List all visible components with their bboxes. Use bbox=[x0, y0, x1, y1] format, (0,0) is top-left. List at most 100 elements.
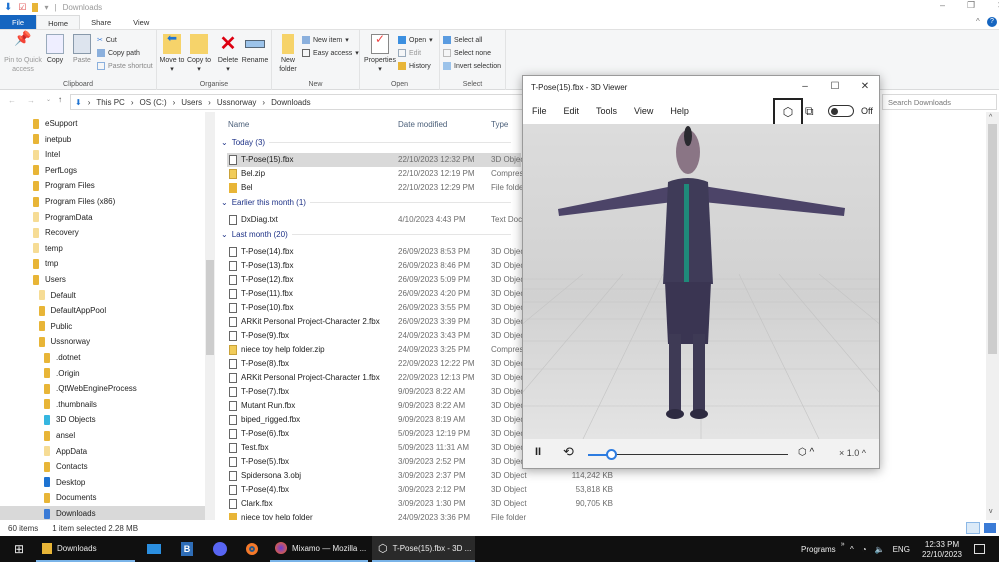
toggle-switch[interactable] bbox=[828, 105, 854, 117]
move-to-button[interactable]: ⬅Move to ▾ bbox=[159, 34, 185, 74]
timeline-thumb[interactable] bbox=[606, 449, 617, 460]
nav-item[interactable]: DefaultAppPool bbox=[39, 303, 107, 318]
clock[interactable]: 12:33 PM22/10/2023 bbox=[920, 536, 964, 562]
nav-item[interactable]: eSupport bbox=[33, 116, 77, 131]
nav-item[interactable]: Documents bbox=[44, 490, 96, 505]
menu-edit[interactable]: Edit bbox=[564, 106, 580, 116]
nav-item[interactable]: .Origin bbox=[44, 366, 80, 381]
paste-shortcut-button[interactable]: Paste shortcut bbox=[97, 62, 153, 70]
nav-item[interactable]: Public bbox=[39, 319, 73, 334]
breadcrumb-downloads[interactable]: Downloads bbox=[271, 98, 311, 107]
column-name[interactable]: Name bbox=[228, 120, 249, 129]
file-row[interactable]: T-Pose(4).fbx 3/09/2023 2:12 PM 3D Objec… bbox=[227, 483, 999, 497]
menu-help[interactable]: Help bbox=[670, 106, 689, 116]
recent-locations-button[interactable]: ⌄ bbox=[46, 96, 51, 103]
nav-scrollbar-thumb[interactable] bbox=[206, 260, 214, 355]
timeline-slider[interactable] bbox=[588, 454, 788, 455]
group-last-month[interactable]: ⌄Last month (20) bbox=[221, 230, 511, 239]
breadcrumb-this-pc[interactable]: This PC bbox=[96, 98, 124, 107]
minimize-button[interactable]: – bbox=[940, 0, 945, 11]
pause-button[interactable]: II bbox=[535, 446, 541, 458]
loop-button[interactable]: ⟲ bbox=[563, 444, 574, 460]
rename-button[interactable]: Rename bbox=[241, 34, 269, 65]
properties-qat-icon[interactable]: ☑ bbox=[18, 2, 26, 13]
start-button[interactable]: ⊞ bbox=[8, 536, 30, 562]
file-row[interactable]: T-Pose(15).fbx 22/10/2023 12:32 PM 3D Ob… bbox=[227, 153, 521, 167]
file-list-scrollbar[interactable]: ^ v bbox=[986, 112, 999, 520]
ribbon-collapse-icon[interactable]: ^ bbox=[976, 17, 980, 26]
column-type[interactable]: Type bbox=[491, 120, 508, 129]
nav-item[interactable]: AppData bbox=[44, 444, 87, 459]
nav-item[interactable]: Downloads bbox=[0, 506, 205, 520]
nav-item[interactable]: Ussnorway bbox=[39, 334, 91, 349]
group-earlier-this-month[interactable]: ⌄Earlier this month (1) bbox=[221, 198, 511, 207]
group-today[interactable]: ⌄Today (3) bbox=[221, 138, 511, 147]
nav-item[interactable]: Intel bbox=[33, 147, 60, 162]
tray-programs[interactable]: Programs» bbox=[801, 536, 845, 562]
3d-viewport[interactable] bbox=[523, 124, 879, 439]
copy-to-button[interactable]: Copy to ▾ bbox=[186, 34, 212, 74]
large-icons-view-button[interactable] bbox=[984, 523, 996, 533]
nav-item[interactable]: PerfLogs bbox=[33, 163, 77, 178]
viewer-maximize-button[interactable]: ☐ bbox=[820, 76, 850, 98]
qat-dropdown-icon[interactable]: ▾ bbox=[44, 3, 48, 12]
tab-view[interactable]: View bbox=[122, 15, 160, 29]
mixed-reality-button[interactable]: ⧉ bbox=[805, 104, 814, 119]
nav-item[interactable]: .thumbnails bbox=[44, 397, 97, 412]
column-date-modified[interactable]: Date modified bbox=[398, 120, 447, 129]
help-icon[interactable]: ? bbox=[987, 17, 997, 27]
tab-share[interactable]: Share bbox=[80, 15, 122, 29]
show-hidden-icons[interactable]: ^ bbox=[850, 545, 854, 554]
nav-item[interactable]: .dotnet bbox=[44, 350, 80, 365]
file-row[interactable]: niece toy help folder 24/09/2023 3:36 PM… bbox=[227, 511, 999, 520]
volume-icon[interactable]: 🔈 bbox=[875, 545, 885, 554]
file-row[interactable]: Spidersona 3.obj 3/09/2023 2:37 PM 3D Ob… bbox=[227, 469, 999, 483]
breadcrumb-users[interactable]: Users bbox=[181, 98, 202, 107]
folder-qat-icon[interactable] bbox=[32, 3, 38, 12]
speed-selector[interactable]: × 1.0 ^ bbox=[839, 448, 866, 458]
taskbar-item-3d-viewer[interactable]: ⬡T-Pose(15).fbx - 3D ... bbox=[372, 536, 475, 562]
menu-view[interactable]: View bbox=[634, 106, 653, 116]
language-indicator[interactable]: ENG bbox=[893, 545, 910, 554]
search-input[interactable]: Search Downloads bbox=[882, 94, 997, 110]
file-row[interactable]: Clark.fbx 3/09/2023 1:30 PM 3D Object90,… bbox=[227, 497, 999, 511]
copy-button[interactable]: Copy bbox=[44, 34, 66, 65]
delete-button[interactable]: ✕Delete▾ bbox=[215, 34, 241, 74]
nav-item[interactable]: Users bbox=[33, 272, 66, 287]
nav-item[interactable]: tmp bbox=[33, 256, 58, 271]
tab-home[interactable]: Home bbox=[36, 15, 80, 29]
animation-selector-button[interactable]: ⬡ ^ bbox=[798, 447, 814, 458]
taskbar-item-firefox[interactable]: Mixamo — Mozilla ... bbox=[270, 536, 368, 562]
select-none-button[interactable]: Select none bbox=[443, 49, 491, 57]
easy-access-button[interactable]: Easy access ▾ bbox=[302, 49, 359, 57]
file-list-scrollbar-thumb[interactable] bbox=[988, 124, 997, 354]
taskbar-discord[interactable] bbox=[210, 536, 230, 562]
properties-button[interactable]: ✓Properties▾ bbox=[363, 34, 397, 74]
taskbar-mail[interactable] bbox=[144, 536, 164, 562]
taskbar-blender[interactable] bbox=[242, 536, 262, 562]
nav-item[interactable]: ProgramData bbox=[33, 210, 93, 225]
viewer-close-button[interactable]: ✕ bbox=[850, 76, 880, 98]
taskbar-app-b[interactable]: B bbox=[177, 536, 197, 562]
select-all-button[interactable]: Select all bbox=[443, 36, 482, 44]
up-button[interactable]: ↑ bbox=[58, 95, 62, 104]
nav-item[interactable]: ansel bbox=[44, 428, 75, 443]
new-folder-button[interactable]: New folder bbox=[275, 34, 301, 74]
cut-button[interactable]: ✂Cut bbox=[97, 36, 117, 44]
details-view-button[interactable] bbox=[966, 522, 980, 534]
taskbar-item-explorer[interactable]: Downloads bbox=[36, 536, 135, 562]
action-center-button[interactable] bbox=[974, 536, 985, 562]
nav-item[interactable]: Program Files bbox=[33, 178, 95, 193]
pin-quick-access-button[interactable]: 📌Pin to Quick access bbox=[3, 34, 43, 74]
breadcrumb-ussnorway[interactable]: Ussnorway bbox=[217, 98, 257, 107]
restore-button[interactable]: ❐ bbox=[967, 0, 975, 11]
3d-view-button[interactable]: ⬡ bbox=[773, 98, 803, 126]
nav-item[interactable]: inetpub bbox=[33, 132, 71, 147]
menu-file[interactable]: File bbox=[532, 106, 547, 116]
forward-button[interactable]: → bbox=[27, 96, 35, 105]
invert-selection-button[interactable]: Invert selection bbox=[443, 62, 501, 70]
breadcrumb-os-c[interactable]: OS (C:) bbox=[140, 98, 167, 107]
back-button[interactable]: ← bbox=[8, 96, 16, 105]
nav-item[interactable]: Desktop bbox=[44, 475, 85, 490]
edit-button[interactable]: Edit bbox=[398, 49, 421, 57]
